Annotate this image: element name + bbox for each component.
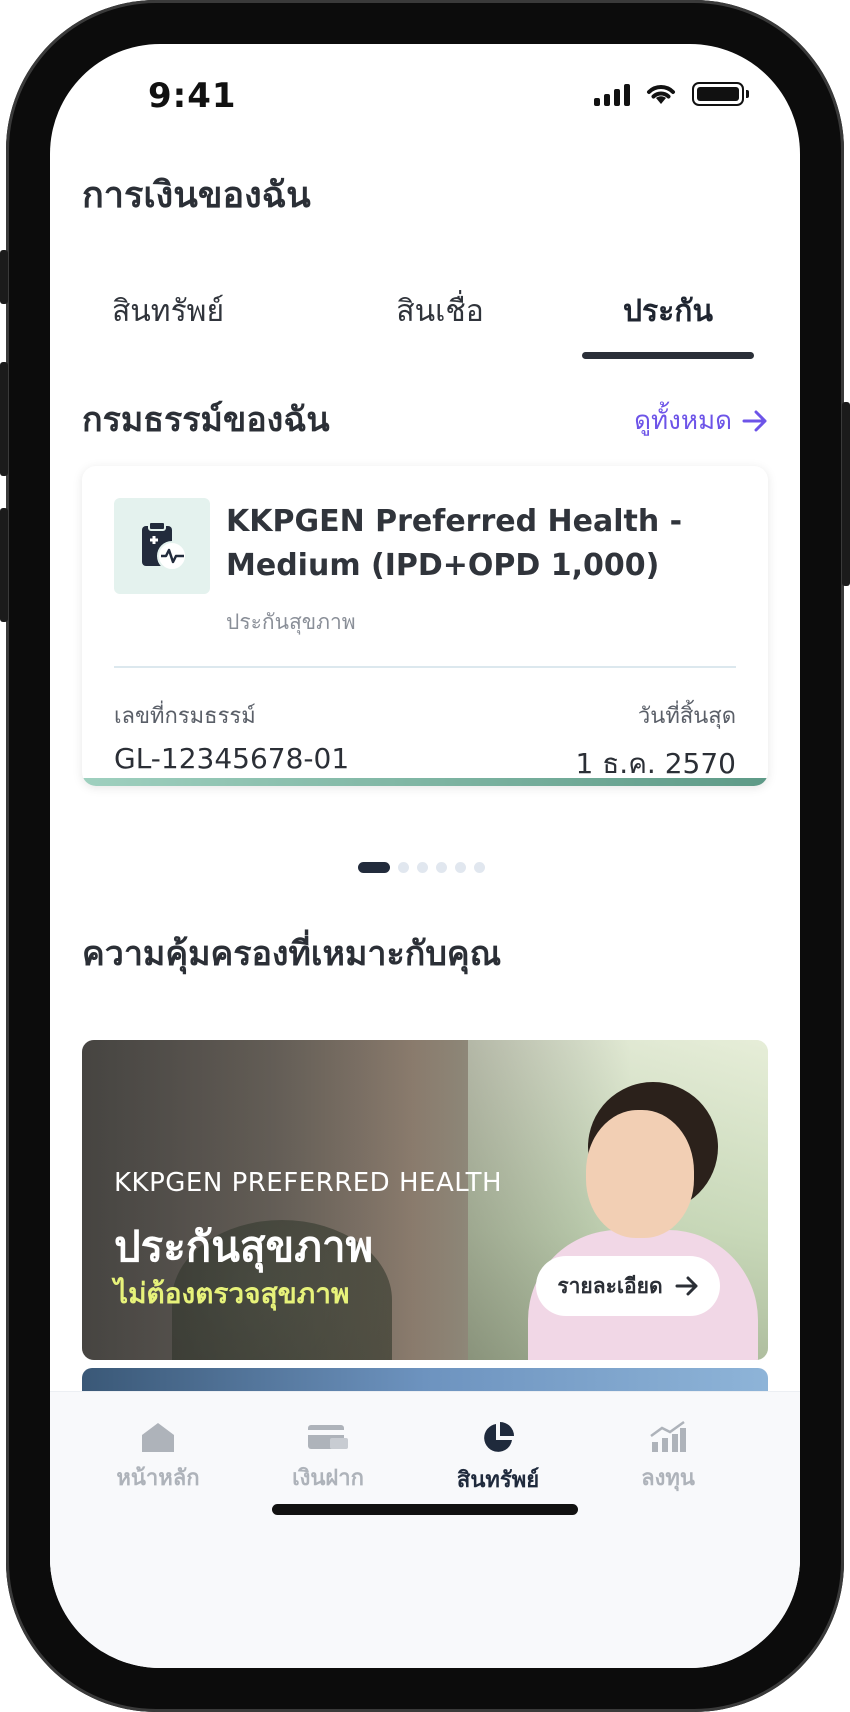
policy-type: ประกันสุขภาพ xyxy=(226,610,356,634)
carousel-pagination xyxy=(358,862,485,873)
battery-icon xyxy=(692,82,749,106)
page-title: การเงินของฉัน xyxy=(82,175,311,216)
nav-label-deposit: เงินฝาก xyxy=(292,1466,364,1491)
arrow-right-icon xyxy=(675,1276,698,1296)
pagination-dot[interactable] xyxy=(455,862,466,873)
see-all-label: ดูทั้งหมด xyxy=(634,406,732,436)
tab-insurance[interactable]: ประกัน xyxy=(568,288,768,335)
arrow-right-icon xyxy=(742,410,767,431)
pagination-dot[interactable] xyxy=(436,862,447,873)
policies-section-title: กรมธรรม์ของฉัน xyxy=(82,400,330,440)
banner-title: ประกันสุขภาพ xyxy=(114,1222,374,1271)
banner-kicker: KKPGEN PREFERRED HEALTH xyxy=(114,1168,503,1198)
pagination-dot[interactable] xyxy=(398,862,409,873)
divider xyxy=(114,666,736,668)
recommend-section-title: ความคุ้มครองที่เหมาะกับคุณ xyxy=(82,934,502,974)
cellular-signal-icon xyxy=(594,82,630,106)
details-button[interactable]: รายละเอียด xyxy=(536,1256,720,1316)
pagination-dot-active[interactable] xyxy=(358,862,390,873)
policy-number-label: เลขที่กรมธรรม์ xyxy=(114,704,256,729)
tab-bar: สินทรัพย์ สินเชื่อ ประกัน xyxy=(82,288,768,338)
policy-name: KKPGEN Preferred Health - Medium (IPD+OP… xyxy=(226,504,683,583)
growth-chart-icon xyxy=(650,1420,686,1452)
pagination-dot[interactable] xyxy=(474,862,485,873)
nav-label-home: หน้าหลัก xyxy=(116,1466,200,1491)
pagination-dot[interactable] xyxy=(417,862,428,873)
nav-item-invest[interactable]: ลงทุน xyxy=(598,1420,738,1495)
card-accent-bar xyxy=(82,778,768,786)
home-indicator[interactable] xyxy=(272,1504,578,1515)
promo-banner[interactable]: KKPGEN PREFERRED HEALTH ประกันสุขภาพ ไม่… xyxy=(82,1040,768,1360)
policy-card[interactable]: KKPGEN Preferred Health - Medium (IPD+OP… xyxy=(82,466,768,786)
tab-loans[interactable]: สินเชื่อ xyxy=(340,288,540,335)
health-clipboard-icon xyxy=(114,498,210,594)
pie-chart-icon xyxy=(484,1422,514,1452)
screen: 9:41 การเงินของฉัน สินทรัพย์ สินเชื่อ ปร… xyxy=(50,44,800,1668)
nav-label-assets: สินทรัพย์ xyxy=(456,1468,540,1493)
nav-label-invest: ลงทุน xyxy=(641,1466,695,1491)
tab-active-indicator xyxy=(582,352,754,359)
status-time: 9:41 xyxy=(148,76,237,116)
policy-end-label: วันที่สิ้นสุด xyxy=(637,704,736,729)
banner-subtitle: ไม่ต้องตรวจสุขภาพ xyxy=(114,1277,350,1310)
nav-item-deposit[interactable]: เงินฝาก xyxy=(258,1420,398,1495)
wifi-icon xyxy=(647,85,675,104)
nav-item-assets[interactable]: สินทรัพย์ xyxy=(428,1420,568,1497)
volume-up-button xyxy=(0,362,8,476)
volume-down-button xyxy=(0,508,8,622)
see-all-link[interactable]: ดูทั้งหมด xyxy=(634,400,768,441)
power-button xyxy=(842,402,850,586)
details-button-label: รายละเอียด xyxy=(557,1273,663,1298)
status-icons xyxy=(594,82,749,106)
home-icon xyxy=(142,1423,174,1452)
silent-switch xyxy=(0,250,8,304)
nav-item-home[interactable]: หน้าหลัก xyxy=(88,1420,228,1495)
policy-number: GL-12345678-01 xyxy=(114,742,350,775)
bottom-nav: หน้าหลัก เงินฝาก สินทรัพย์ ลงทุน xyxy=(50,1392,800,1668)
tab-assets[interactable]: สินทรัพย์ xyxy=(68,288,268,335)
card-icon xyxy=(308,1425,348,1449)
